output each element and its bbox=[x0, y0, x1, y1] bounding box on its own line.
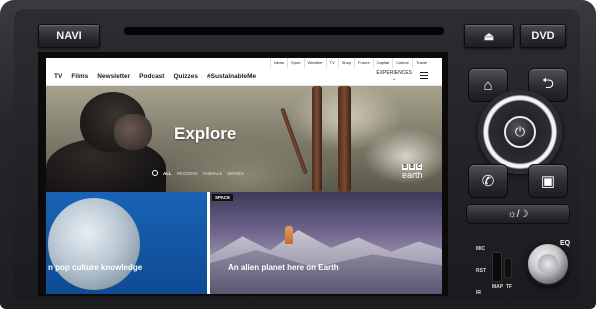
nav-item-podcast[interactable]: Podcast bbox=[139, 73, 164, 80]
map-card-slot[interactable] bbox=[492, 252, 502, 282]
bbc-earth-logo: B B C earth bbox=[402, 164, 423, 180]
power-button[interactable]: ⏻ bbox=[504, 116, 536, 148]
top-link[interactable]: Travel bbox=[412, 58, 430, 68]
mic-label: MIC bbox=[476, 246, 486, 252]
hamburger-menu-icon[interactable] bbox=[420, 72, 428, 80]
top-link[interactable]: Capital bbox=[372, 58, 392, 68]
top-link[interactable]: Weather bbox=[303, 58, 326, 68]
top-link[interactable]: Future bbox=[354, 58, 373, 68]
filter-regions[interactable]: REGIONS bbox=[177, 171, 198, 176]
astronaut-image bbox=[285, 226, 293, 244]
phone-icon: ✆ bbox=[481, 173, 495, 190]
nav-item-quizzes[interactable]: Quizzes bbox=[173, 73, 198, 80]
nav-item-films[interactable]: Films bbox=[71, 73, 88, 80]
category-tag: SPACE bbox=[212, 194, 234, 201]
nav-item-sustainableme[interactable]: #SustainableMe bbox=[207, 73, 256, 80]
nav-item-newsletter[interactable]: Newsletter bbox=[97, 73, 130, 80]
filter-animals[interactable]: ANIMALS bbox=[203, 171, 223, 176]
article-card-alien-planet[interactable]: SPACE An alien planet here on Earth bbox=[210, 192, 442, 294]
top-link[interactable]: TV bbox=[325, 58, 338, 68]
phone-button[interactable]: ✆ bbox=[468, 164, 508, 198]
top-link[interactable]: Shop bbox=[337, 58, 354, 68]
disc-slot bbox=[124, 27, 444, 35]
filter-series[interactable]: SERIES bbox=[227, 171, 244, 176]
map-label: MAP bbox=[492, 284, 504, 290]
hero-title: Explore bbox=[174, 124, 237, 143]
top-link[interactable]: Culture bbox=[392, 58, 412, 68]
top-link[interactable]: Sport bbox=[287, 58, 304, 68]
moon-image bbox=[48, 198, 140, 290]
home-icon: ⌂ bbox=[483, 76, 493, 94]
top-links-bar: News Sport Weather TV Shop Future Capita… bbox=[46, 58, 442, 68]
tf-card-slot[interactable] bbox=[504, 258, 512, 278]
rst-label[interactable]: RST bbox=[476, 268, 486, 274]
search-icon[interactable] bbox=[152, 170, 158, 176]
browser-page[interactable]: News Sport Weather TV Shop Future Capita… bbox=[46, 58, 442, 294]
touch-screen[interactable]: News Sport Weather TV Shop Future Capita… bbox=[38, 52, 448, 296]
control-panel: ⌂ ⮌ ⏻ ✆ ▣ ☼/☽ MIC RST IR MAP TF EQ bbox=[456, 52, 578, 300]
filter-all[interactable]: ALL bbox=[163, 171, 172, 176]
experiences-link[interactable]: EXPERIENCES ⌄ bbox=[376, 70, 412, 82]
card-title[interactable]: n pop culture knowledge bbox=[48, 263, 142, 272]
ir-label: IR bbox=[476, 290, 481, 296]
volume-knob[interactable] bbox=[526, 242, 570, 286]
back-icon: ⮌ bbox=[541, 74, 554, 92]
radio-icon: ▣ bbox=[540, 173, 556, 190]
brightness-button[interactable]: ☼/☽ bbox=[466, 204, 570, 224]
eq-label[interactable]: EQ bbox=[560, 240, 570, 247]
radio-button[interactable]: ▣ bbox=[528, 164, 568, 198]
dvd-button[interactable]: DVD bbox=[520, 24, 566, 48]
eject-button[interactable]: ⏏ bbox=[464, 24, 514, 48]
power-icon: ⏻ bbox=[514, 124, 526, 139]
tf-label: TF bbox=[506, 284, 513, 290]
eject-icon: ⏏ bbox=[483, 30, 495, 43]
article-card-moon[interactable]: n pop culture knowledge bbox=[46, 192, 207, 294]
main-nav: TV Films Newsletter Podcast Quizzes #Sus… bbox=[46, 68, 442, 86]
navi-button[interactable]: NAVI bbox=[38, 24, 100, 48]
brightness-icon: ☼/☽ bbox=[507, 208, 529, 220]
top-link[interactable]: News bbox=[270, 58, 287, 68]
nav-item-tv[interactable]: TV bbox=[54, 73, 62, 80]
filter-bar: ALL REGIONS ANIMALS SERIES bbox=[152, 170, 244, 176]
card-title[interactable]: An alien planet here on Earth bbox=[228, 263, 339, 272]
hero-banner: Explore ALL REGIONS ANIMALS SERIES B B C… bbox=[46, 86, 442, 192]
